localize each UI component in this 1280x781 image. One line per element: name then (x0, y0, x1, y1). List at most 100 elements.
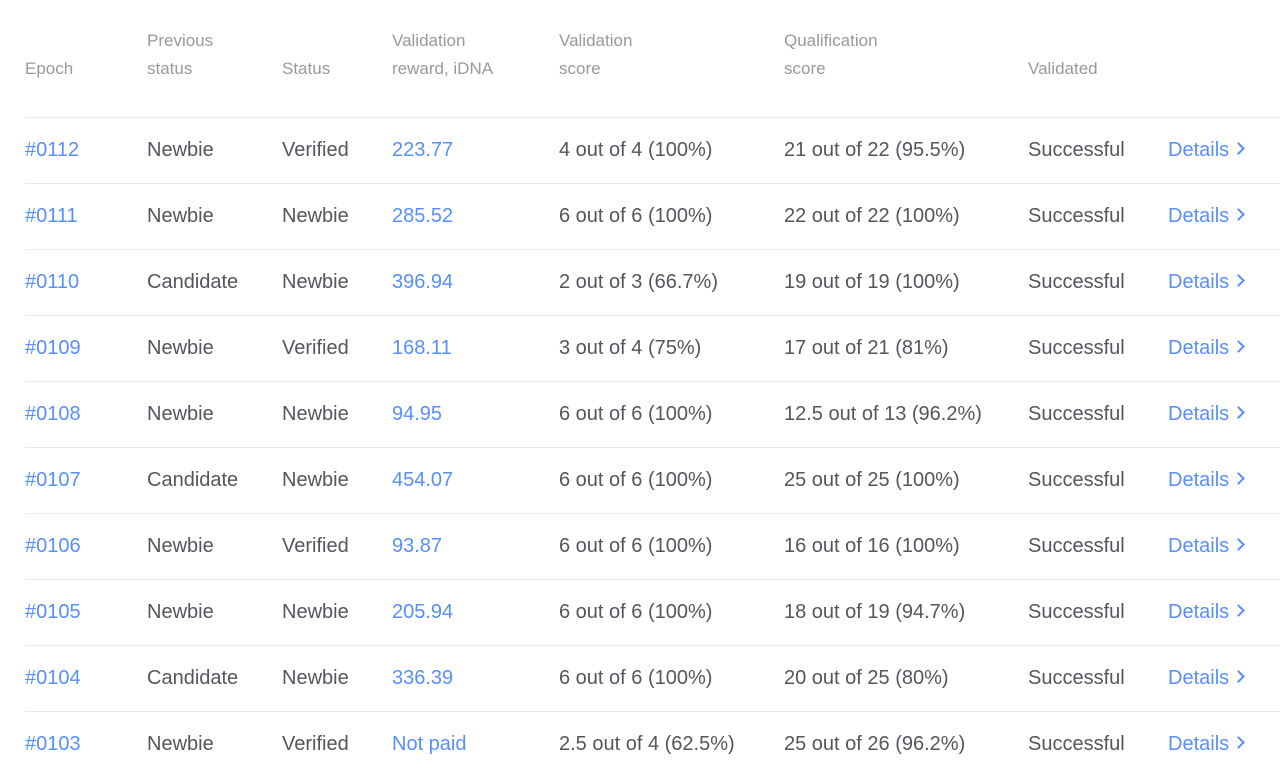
epoch-link[interactable]: #0111 (25, 205, 78, 227)
previous-status-cell: Newbie (147, 315, 282, 382)
table-row: #0110 Candidate Newbie 396.94 2 out of 3… (25, 249, 1280, 316)
reward-link[interactable]: 285.52 (392, 205, 453, 227)
reward-link[interactable]: 205.94 (392, 601, 453, 623)
epoch-link[interactable]: #0109 (25, 337, 81, 359)
details-label: Details (1168, 205, 1230, 227)
previous-status-cell: Newbie (147, 513, 282, 580)
previous-status-cell: Newbie (147, 733, 214, 755)
epoch-cell: #0105 (25, 579, 147, 646)
header-row: Epoch Previous status Status Validation … (25, 0, 1280, 118)
epoch-link[interactable]: #0108 (25, 403, 81, 425)
validated-cell: Successful (1028, 513, 1168, 580)
epoch-link[interactable]: #0103 (25, 733, 81, 755)
validation-score-cell: 4 out of 4 (100%) (559, 117, 784, 184)
chevron-right-icon (1232, 735, 1246, 749)
epoch-link[interactable]: #0110 (25, 271, 79, 293)
status-cell: Newbie (282, 183, 392, 250)
details-link[interactable]: Details (1168, 733, 1246, 756)
reward-link[interactable]: 454.07 (392, 469, 453, 491)
reward-link[interactable]: 93.87 (392, 535, 442, 557)
details-link[interactable]: Details (1168, 469, 1246, 492)
status-cell: Verified (282, 117, 392, 184)
reward-link[interactable]: 94.95 (392, 403, 442, 425)
details-label: Details (1168, 469, 1230, 491)
previous-status-cell: Newbie (147, 117, 282, 184)
epoch-link[interactable]: #0107 (25, 469, 81, 491)
chevron-right-icon (1232, 207, 1246, 221)
validation-score-cell: 2.5 out of 4 (62.5%) (559, 733, 735, 755)
table-row: #0112 Newbie Verified 223.77 4 out of 4 … (25, 117, 1280, 184)
reward-link[interactable]: 336.39 (392, 667, 453, 689)
validation-score-cell: 3 out of 4 (75%) (559, 315, 784, 382)
header-previous-status: Previous status (147, 0, 282, 118)
details-cell: Details (1168, 381, 1280, 448)
epoch-link[interactable]: #0105 (25, 601, 81, 623)
details-link[interactable]: Details (1168, 271, 1246, 294)
reward-link[interactable]: 168.11 (392, 337, 452, 359)
reward-cell: 396.94 (392, 249, 559, 316)
status-cell: Newbie (282, 381, 392, 448)
details-cell: Details (1168, 579, 1280, 646)
previous-status-cell: Candidate (147, 447, 282, 514)
details-link[interactable]: Details (1168, 337, 1246, 360)
validated-cell: Successful (1028, 381, 1168, 448)
table-row: #0103 Newbie Verified Not paid 2.5 out o… (25, 712, 1280, 778)
chevron-right-icon (1232, 537, 1246, 551)
details-cell: Details (1168, 183, 1280, 250)
reward-link[interactable]: Not paid (392, 733, 467, 755)
reward-cell: 93.87 (392, 513, 559, 580)
chevron-right-icon (1232, 471, 1246, 485)
reward-link[interactable]: 223.77 (392, 139, 453, 161)
epoch-cell: #0106 (25, 513, 147, 580)
reward-cell: 168.11 (392, 315, 559, 382)
details-link[interactable]: Details (1168, 205, 1246, 228)
details-link[interactable]: Details (1168, 403, 1246, 426)
details-link[interactable]: Details (1168, 139, 1246, 162)
details-link[interactable]: Details (1168, 535, 1246, 558)
previous-status-cell: Candidate (147, 249, 282, 316)
previous-status-cell: Newbie (147, 183, 282, 250)
table-row: #0108 Newbie Newbie 94.95 6 out of 6 (10… (25, 381, 1280, 448)
table-row: #0111 Newbie Newbie 285.52 6 out of 6 (1… (25, 183, 1280, 250)
reward-link[interactable]: 396.94 (392, 271, 453, 293)
epoch-cell: #0103 (25, 712, 147, 778)
qualification-score-cell: 19 out of 19 (100%) (784, 249, 1028, 316)
details-link[interactable]: Details (1168, 601, 1246, 624)
qualification-score-cell: 16 out of 16 (100%) (784, 513, 1028, 580)
details-label: Details (1168, 667, 1230, 689)
details-label: Details (1168, 271, 1230, 293)
qualification-score-cell: 18 out of 19 (94.7%) (784, 579, 1028, 646)
details-cell: Details (1168, 447, 1280, 514)
qualification-score-cell: 25 out of 25 (100%) (784, 447, 1028, 514)
reward-cell: 205.94 (392, 579, 559, 646)
table-header: Epoch Previous status Status Validation … (25, 0, 1280, 118)
epoch-link[interactable]: #0106 (25, 535, 81, 557)
header-details (1168, 0, 1280, 118)
chevron-right-icon (1232, 669, 1246, 683)
epoch-link[interactable]: #0112 (25, 139, 79, 161)
reward-cell: 94.95 (392, 381, 559, 448)
details-label: Details (1168, 139, 1230, 161)
previous-status-cell: Newbie (147, 579, 282, 646)
reward-cell: 285.52 (392, 183, 559, 250)
previous-status-cell: Candidate (147, 645, 282, 712)
validated-cell: Successful (1028, 183, 1168, 250)
validation-score-cell: 6 out of 6 (100%) (559, 183, 784, 250)
previous-status-cell: Newbie (147, 381, 282, 448)
header-validation-score: Validation score (559, 0, 784, 118)
chevron-right-icon (1232, 603, 1246, 617)
qualification-score-cell: 25 out of 26 (96.2%) (784, 733, 966, 755)
validation-score-cell: 2 out of 3 (66.7%) (559, 249, 784, 316)
table-row: #0104 Candidate Newbie 336.39 6 out of 6… (25, 645, 1280, 712)
details-label: Details (1168, 337, 1230, 359)
epoch-link[interactable]: #0104 (25, 667, 81, 689)
validation-history-table-container: Epoch Previous status Status Validation … (0, 0, 1280, 781)
validation-score-cell: 6 out of 6 (100%) (559, 513, 784, 580)
qualification-score-cell: 12.5 out of 13 (96.2%) (784, 381, 1028, 448)
qualification-score-cell: 17 out of 21 (81%) (784, 315, 1028, 382)
epoch-cell: #0110 (25, 249, 147, 316)
header-status: Status (282, 0, 392, 118)
status-cell: Newbie (282, 249, 392, 316)
details-link[interactable]: Details (1168, 667, 1246, 690)
epoch-cell: #0112 (25, 117, 147, 184)
